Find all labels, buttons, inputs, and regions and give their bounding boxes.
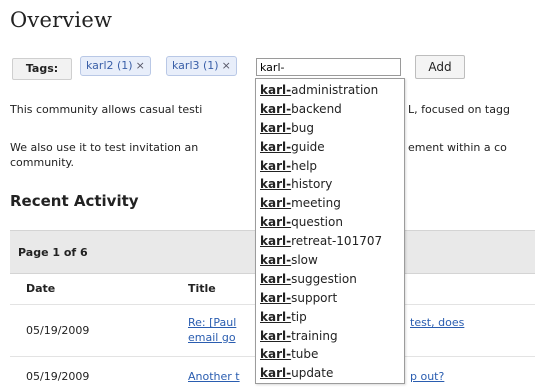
suggestion-item-retreat-101707[interactable]: karl-retreat-101707 [256, 232, 404, 251]
suggestion-item-tube[interactable]: karl-tube [256, 345, 404, 364]
tags-label: Tags: [12, 58, 72, 80]
suggestion-suffix: help [291, 158, 318, 173]
add-tag-button[interactable]: Add [415, 55, 465, 79]
remove-tag-icon[interactable]: × [222, 59, 231, 72]
suggestion-prefix: karl- [260, 177, 292, 192]
suggestion-suffix: history [291, 177, 333, 192]
row-date: 05/19/2009 [26, 324, 90, 337]
suggestion-prefix: karl- [260, 139, 292, 154]
suggestion-prefix: karl- [260, 234, 292, 249]
pager-label: Page 1 of 6 [18, 246, 88, 259]
suggestion-suffix: update [291, 366, 334, 381]
tag-chip-karl3[interactable]: karl3 (1) × [166, 56, 237, 76]
suggestion-suffix: suggestion [291, 271, 357, 286]
suggestion-item-history[interactable]: karl-history [256, 175, 404, 194]
tag-chip-karl2[interactable]: karl2 (1) × [80, 56, 151, 76]
suggestion-suffix: retreat-101707 [291, 234, 383, 249]
suggestion-prefix: karl- [260, 120, 292, 135]
suggestion-suffix: tube [291, 347, 319, 362]
row-title-link[interactable]: email go [188, 331, 236, 344]
column-header-title[interactable]: Title [188, 282, 216, 295]
row-title-link[interactable]: p out? [410, 370, 444, 383]
suggestion-item-backend[interactable]: karl-backend [256, 100, 404, 119]
suggestion-item-suggestion[interactable]: karl-suggestion [256, 270, 404, 289]
suggestion-item-slow[interactable]: karl-slow [256, 251, 404, 270]
tag-chip-label: karl2 (1) [86, 59, 133, 72]
suggestion-prefix: karl- [260, 328, 292, 343]
suggestion-suffix: guide [291, 139, 325, 154]
suggestion-item-training[interactable]: karl-training [256, 327, 404, 346]
suggestion-prefix: karl- [260, 271, 292, 286]
suggestion-prefix: karl- [260, 158, 292, 173]
description-text: We also use it to test invitation an [10, 141, 199, 154]
suggestion-item-help[interactable]: karl-help [256, 157, 404, 176]
autocomplete-dropdown: karl-administration karl-backend karl-bug k… [255, 78, 405, 384]
suggestion-item-guide[interactable]: karl-guide [256, 138, 404, 157]
suggestion-suffix: slow [291, 253, 318, 268]
suggestion-prefix: karl- [260, 196, 292, 211]
suggestion-suffix: bug [291, 120, 314, 135]
tag-input[interactable] [256, 58, 401, 76]
suggestion-prefix: karl- [260, 83, 292, 97]
suggestion-prefix: karl- [260, 347, 292, 362]
suggestion-prefix: karl- [260, 366, 292, 381]
suggestion-suffix: meeting [291, 196, 341, 211]
suggestion-item-meeting[interactable]: karl-meeting [256, 194, 404, 213]
column-header-date[interactable]: Date [26, 282, 55, 295]
description-text-right: L, focused on tagg [408, 103, 510, 116]
tag-chip-label: karl3 (1) [172, 59, 219, 72]
row-title-link[interactable]: Another t [188, 370, 240, 383]
row-title-link[interactable]: test, does [410, 316, 464, 329]
suggestion-item-support[interactable]: karl-support [256, 289, 404, 308]
row-date: 05/19/2009 [26, 370, 90, 383]
suggestion-suffix: tip [291, 309, 307, 324]
suggestion-list: karl-administration karl-backend karl-bug k… [256, 79, 404, 383]
suggestion-suffix: support [291, 290, 338, 305]
recent-activity-heading: Recent Activity [10, 192, 139, 210]
suggestion-prefix: karl- [260, 309, 292, 324]
suggestion-suffix: training [291, 328, 338, 343]
suggestion-item-update[interactable]: karl-update [256, 364, 404, 383]
suggestion-suffix: backend [291, 101, 342, 116]
suggestion-suffix: question [291, 215, 343, 230]
suggestion-item-tip[interactable]: karl-tip [256, 308, 404, 327]
suggestion-item-question[interactable]: karl-question [256, 213, 404, 232]
suggestion-suffix: administration [291, 83, 379, 97]
suggestion-prefix: karl- [260, 290, 292, 305]
suggestion-prefix: karl- [260, 101, 292, 116]
suggestion-prefix: karl- [260, 215, 292, 230]
page-title: Overview [10, 8, 113, 32]
suggestion-item-administration[interactable]: karl-administration [256, 81, 404, 100]
remove-tag-icon[interactable]: × [136, 59, 145, 72]
description-text: This community allows casual testi [10, 103, 203, 116]
row-title-link[interactable]: Re: [Paul [188, 316, 236, 329]
description-text-right: ement within a co [408, 141, 507, 154]
suggestion-item-bug[interactable]: karl-bug [256, 119, 404, 138]
suggestion-prefix: karl- [260, 253, 292, 268]
